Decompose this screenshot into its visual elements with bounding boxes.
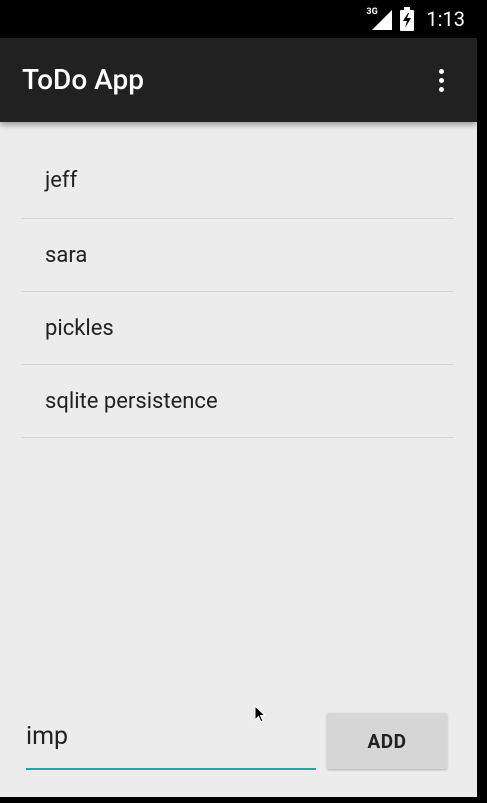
more-vertical-icon[interactable] — [425, 64, 457, 96]
todo-list-item[interactable]: sara — [21, 219, 453, 292]
screen-edge-bottom — [0, 797, 487, 803]
cell-signal-icon — [372, 10, 393, 30]
app-title: ToDo App — [22, 63, 144, 96]
todo-item-label: jeff — [45, 168, 78, 193]
overflow-dot — [438, 86, 444, 92]
todo-list-item[interactable]: pickles — [21, 292, 453, 365]
todo-item-label: sqlite persistence — [45, 388, 218, 414]
add-button[interactable]: ADD — [327, 713, 447, 769]
overflow-dot — [438, 68, 444, 74]
signal-indicator: 3G — [366, 7, 393, 30]
todo-list: jeff sara pickles sqlite persistence — [21, 146, 453, 438]
app-toolbar: ToDo App — [0, 38, 477, 122]
status-clock: 1:13 — [426, 7, 465, 31]
main-content: jeff sara pickles sqlite persistence ADD — [0, 122, 477, 797]
mouse-pointer-icon — [255, 706, 267, 723]
status-icons: 3G 1:13 — [366, 0, 465, 38]
todo-list-item[interactable]: jeff — [21, 146, 453, 219]
screen-edge-right — [477, 38, 487, 803]
battery-charging-icon — [400, 7, 415, 31]
add-item-row: ADD — [0, 707, 477, 777]
new-item-field — [26, 707, 316, 770]
status-bar: 3G 1:13 — [0, 0, 487, 38]
todo-item-label: pickles — [45, 315, 114, 341]
todo-list-item[interactable]: sqlite persistence — [21, 365, 453, 438]
overflow-dot — [438, 77, 444, 83]
todo-item-label: sara — [45, 242, 88, 268]
